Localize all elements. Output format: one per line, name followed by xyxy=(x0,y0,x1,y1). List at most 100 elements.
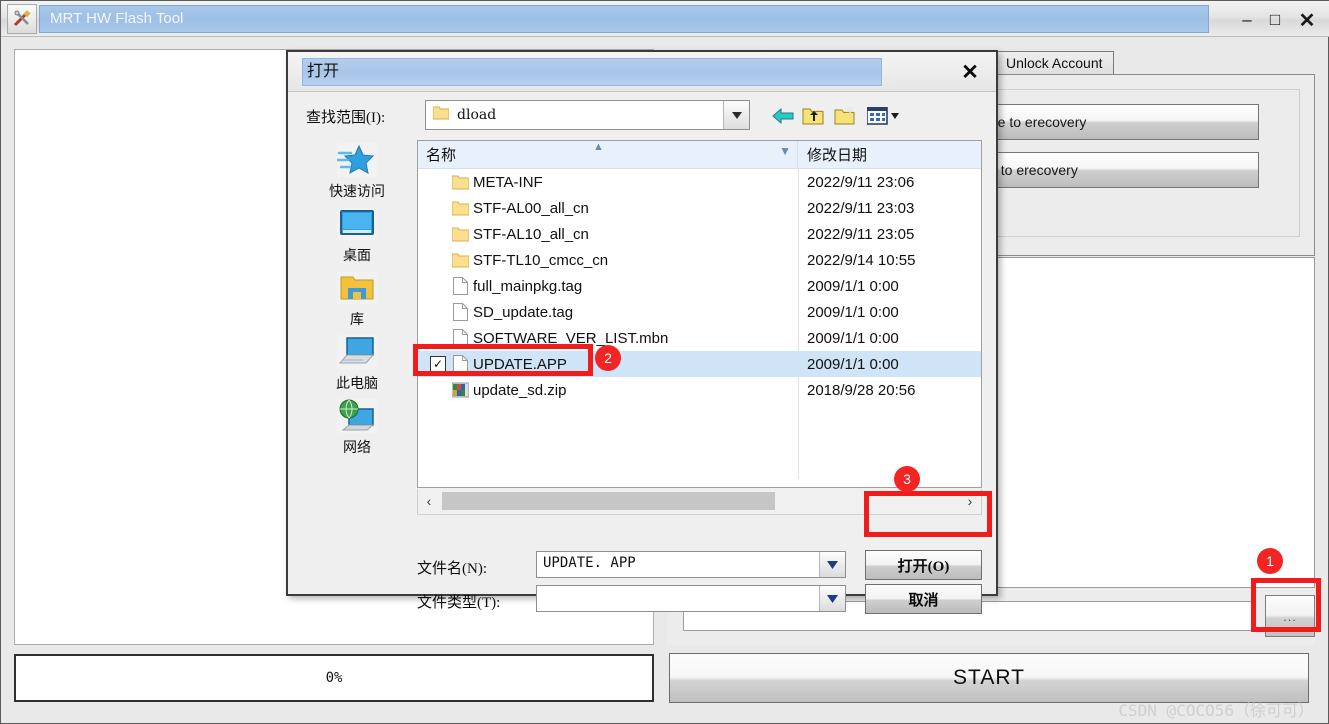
folder-icon xyxy=(451,224,469,244)
file-icon xyxy=(451,328,469,348)
file-name: full_mainpkg.tag xyxy=(473,277,583,295)
open-file-dialog: 打开 ✕ 查找范围(I): dload 快速访问 桌面 库 此电脑 网络 名称 … xyxy=(286,50,998,614)
file-name: update_sd.zip xyxy=(473,381,567,399)
table-row[interactable]: full_mainpkg.tag 2009/1/1 0:00 xyxy=(418,273,981,299)
table-row[interactable]: STF-TL10_cmcc_cn 2022/9/14 10:55 xyxy=(418,247,981,273)
scroll-left-icon[interactable]: ‹ xyxy=(418,489,440,513)
look-in-combobox[interactable]: dload xyxy=(425,100,750,130)
place-label: 网络 xyxy=(343,439,371,455)
watermark-text: CSDN @COCO56（徐可可） xyxy=(1118,701,1314,720)
start-button[interactable]: START xyxy=(669,653,1309,703)
filename-value: UPDATE. APP xyxy=(543,555,636,571)
this-pc-icon xyxy=(335,332,379,372)
tab-unlock-account[interactable]: Unlock Account xyxy=(995,51,1114,75)
file-date: 2022/9/11 23:03 xyxy=(807,199,915,217)
dialog-titlebar: 打开 ✕ xyxy=(288,52,996,92)
places-bar: 快速访问 桌面 库 此电脑 网络 xyxy=(302,140,412,470)
column-header-date[interactable]: 修改日期 xyxy=(798,141,978,168)
window-title: MRT HW Flash Tool xyxy=(39,5,1209,33)
chevron-down-icon[interactable] xyxy=(819,552,845,577)
place-label: 桌面 xyxy=(343,247,371,263)
maximize-button[interactable]: □ xyxy=(1264,9,1286,31)
folder-icon xyxy=(451,198,469,218)
progress-value: 0% xyxy=(325,670,343,686)
file-name: STF-AL10_all_cn xyxy=(473,225,589,243)
libraries-folder-icon xyxy=(335,268,379,308)
place-desktop[interactable]: 桌面 xyxy=(302,204,412,265)
close-button[interactable]: ✕ xyxy=(1296,9,1318,32)
quick-access-star-icon xyxy=(335,140,379,180)
scrollbar-thumb[interactable] xyxy=(442,492,775,510)
open-button[interactable]: 打开(O) xyxy=(865,550,982,580)
up-folder-icon[interactable] xyxy=(801,104,825,128)
archive-icon xyxy=(451,380,469,400)
file-date: 2009/1/1 0:00 xyxy=(807,277,899,295)
file-name: UPDATE.APP xyxy=(473,355,567,373)
file-rows: META-INF 2022/9/11 23:06 STF-AL00_all_cn 20… xyxy=(418,169,981,403)
file-icon xyxy=(451,354,469,374)
table-row[interactable]: ✓ UPDATE.APP 2009/1/1 0:00 xyxy=(418,351,981,377)
look-in-label: 查找范围(I): xyxy=(306,110,386,126)
annotation-badge-2: 2 xyxy=(595,345,621,371)
folder-icon xyxy=(451,172,469,192)
place-label: 快速访问 xyxy=(329,183,385,199)
tools-icon xyxy=(7,4,37,34)
folder-icon xyxy=(451,250,469,270)
progress-bar: 0% xyxy=(14,654,654,702)
file-date: 2009/1/1 0:00 xyxy=(807,303,899,321)
place-quick-access[interactable]: 快速访问 xyxy=(302,140,412,201)
cancel-button[interactable]: 取消 xyxy=(865,584,982,614)
chevron-down-icon[interactable]: ▼ xyxy=(779,144,791,158)
minimize-button[interactable]: – xyxy=(1236,9,1258,31)
back-icon[interactable] xyxy=(771,104,795,128)
table-row[interactable]: STF-AL10_all_cn 2022/9/11 23:05 xyxy=(418,221,981,247)
dialog-title: 打开 xyxy=(302,58,882,86)
table-row[interactable]: update_sd.zip 2018/9/28 20:56 xyxy=(418,377,981,403)
horizontal-scrollbar[interactable]: ‹ › xyxy=(417,489,982,515)
column-header-name[interactable]: 名称 ▲ ▼ xyxy=(418,141,798,168)
place-label: 此电脑 xyxy=(336,375,378,391)
dialog-close-icon[interactable]: ✕ xyxy=(958,60,982,84)
chevron-down-icon[interactable] xyxy=(819,586,845,611)
place-label: 库 xyxy=(350,311,364,327)
views-icon[interactable] xyxy=(865,104,903,128)
table-row[interactable]: STF-AL00_all_cn 2022/9/11 23:03 xyxy=(418,195,981,221)
new-folder-icon[interactable] xyxy=(833,104,857,128)
filetype-combobox[interactable] xyxy=(536,585,846,612)
file-date: 2022/9/14 10:55 xyxy=(807,251,916,269)
row-checkbox[interactable]: ✓ xyxy=(430,356,446,372)
annotation-badge-3: 3 xyxy=(894,466,920,492)
place-network[interactable]: 网络 xyxy=(302,396,412,457)
file-date: 2009/1/1 0:00 xyxy=(807,329,899,347)
file-icon xyxy=(451,302,469,322)
look-in-row: 查找范围(I): dload xyxy=(288,96,996,138)
table-row[interactable]: META-INF 2022/9/11 23:06 xyxy=(418,169,981,195)
filename-combobox[interactable]: UPDATE. APP xyxy=(536,551,846,578)
sort-ascending-icon: ▲ xyxy=(593,141,604,153)
scroll-right-icon[interactable]: › xyxy=(959,489,981,513)
window-titlebar: MRT HW Flash Tool – □ ✕ xyxy=(1,1,1329,37)
file-date: 2009/1/1 0:00 xyxy=(807,355,899,373)
filetype-label: 文件类型(T): xyxy=(417,595,501,611)
network-globe-icon xyxy=(335,396,379,436)
folder-icon xyxy=(432,106,450,125)
desktop-monitor-icon xyxy=(335,204,379,244)
file-list-header: 名称 ▲ ▼ 修改日期 xyxy=(418,141,981,169)
place-libraries[interactable]: 库 xyxy=(302,268,412,329)
file-name: SOFTWARE_VER_LIST.mbn xyxy=(473,329,669,347)
file-list[interactable]: 名称 ▲ ▼ 修改日期 META-INF 2022/9/11 23:06 STF-A… xyxy=(417,140,982,488)
browse-button[interactable]: ... xyxy=(1265,595,1315,637)
file-name: STF-AL00_all_cn xyxy=(473,199,589,217)
table-row[interactable]: SOFTWARE_VER_LIST.mbn 2009/1/1 0:00 xyxy=(418,325,981,351)
filename-label: 文件名(N): xyxy=(417,561,487,577)
file-date: 2022/9/11 23:06 xyxy=(807,173,915,191)
column-header-name-label: 名称 xyxy=(426,147,457,164)
annotation-badge-1: 1 xyxy=(1257,548,1283,574)
look-in-value: dload xyxy=(457,107,497,123)
chevron-down-icon[interactable] xyxy=(723,101,749,129)
file-name: SD_update.tag xyxy=(473,303,574,321)
file-date: 2018/9/28 20:56 xyxy=(807,381,916,399)
place-this-pc[interactable]: 此电脑 xyxy=(302,332,412,393)
table-row[interactable]: SD_update.tag 2009/1/1 0:00 xyxy=(418,299,981,325)
file-date: 2022/9/11 23:05 xyxy=(807,225,915,243)
